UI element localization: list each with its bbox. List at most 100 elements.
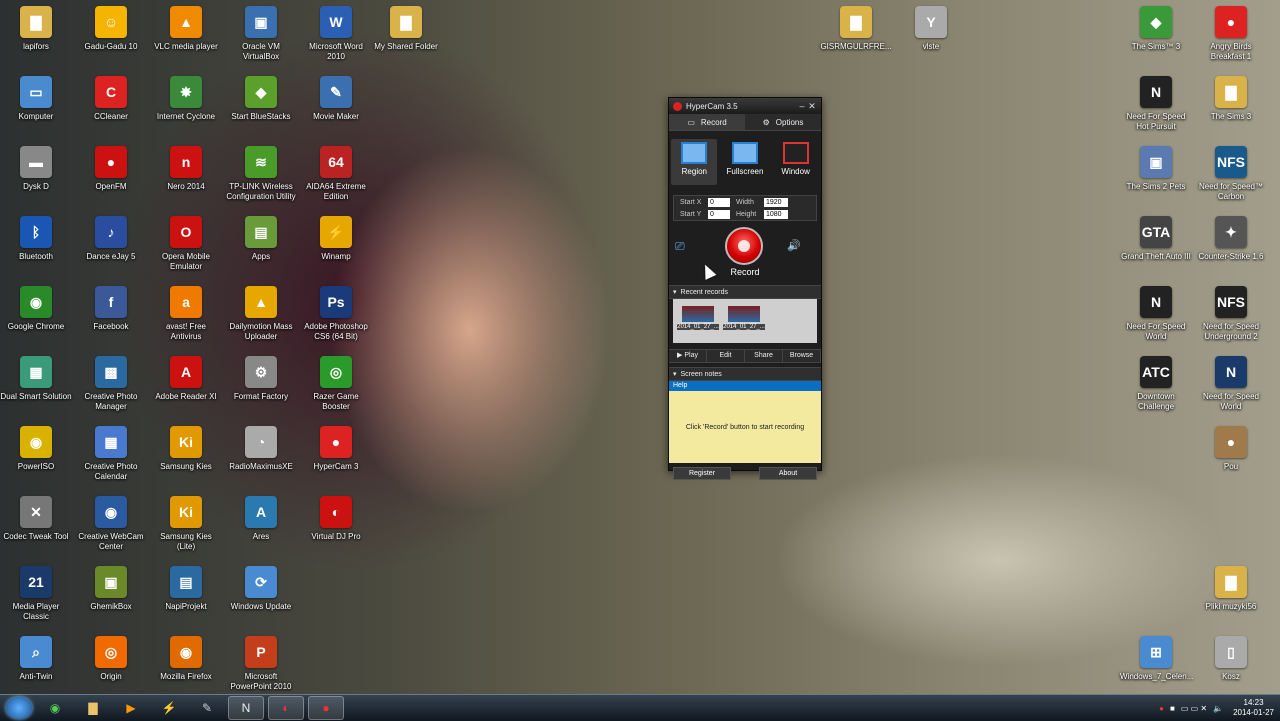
desktop-icon[interactable]: ☺ Gadu-Gadu 10 — [75, 6, 147, 52]
taskbar-pen-button[interactable]: ✎ — [190, 697, 224, 719]
desktop-icon[interactable]: O Opera Mobile Emulator — [150, 216, 222, 272]
taskbar-winamp-button[interactable]: ⚡ — [152, 697, 186, 719]
desktop-icon[interactable]: ✕ Codec Tweak Tool — [0, 496, 72, 542]
tab-record[interactable]: ▭ Record — [669, 114, 745, 130]
browse-button[interactable]: Browse — [783, 350, 821, 362]
desktop-icon[interactable]: A Adobe Reader XI — [150, 356, 222, 402]
desktop-icon[interactable]: P Microsoft PowerPoint 2010 — [225, 636, 297, 692]
desktop-icon[interactable]: ▭ Komputer — [0, 76, 72, 122]
mode-window-button[interactable]: Window — [773, 139, 819, 185]
screen-notes-header[interactable]: ▾ Screen notes — [669, 367, 821, 381]
desktop-icon[interactable]: ● Angry Birds Breakfast 1 — [1195, 6, 1267, 62]
desktop-icon[interactable]: ▯ Kosz — [1195, 636, 1267, 682]
register-button[interactable]: Register — [673, 467, 731, 480]
tab-options[interactable]: ⚙ Options — [745, 114, 821, 130]
desktop-icon[interactable]: ▲ Dailymotion Mass Uploader — [225, 286, 297, 342]
taskbar-chrome-button[interactable]: ◉ — [38, 697, 72, 719]
desktop-icon[interactable]: C CCleaner — [75, 76, 147, 122]
desktop-icon[interactable]: ✎ Movie Maker — [300, 76, 372, 122]
desktop-icon[interactable]: ▬ Dysk D — [0, 146, 72, 192]
desktop-icon[interactable]: Ki Samsung Kies — [150, 426, 222, 472]
desktop-icon[interactable]: ◉ Creative WebCam Center — [75, 496, 147, 552]
desktop-icon[interactable]: 64 AIDA64 Extreme Edition — [300, 146, 372, 202]
volume-icon[interactable]: 🔈 — [1213, 704, 1223, 713]
desktop-icon[interactable]: n Nero 2014 — [150, 146, 222, 192]
taskbar-explorer-button[interactable]: ▇ — [76, 697, 110, 719]
desktop-icon[interactable]: ▣ Oracle VM VirtualBox — [225, 6, 297, 62]
taskbar-nfs-button[interactable]: N — [228, 696, 264, 720]
start-y-field[interactable]: 0 — [708, 209, 730, 219]
desktop-icon[interactable]: A Ares — [225, 496, 297, 542]
recent-record-item[interactable]: 2014_01_27_... — [677, 306, 719, 336]
desktop-icon[interactable]: ◉ Mozilla Firefox — [150, 636, 222, 682]
record-button[interactable] — [725, 227, 763, 265]
desktop-icon[interactable]: GTA Grand Theft Auto III — [1120, 216, 1192, 262]
desktop-icon[interactable]: N Need for Speed World — [1195, 356, 1267, 412]
about-button[interactable]: About — [759, 467, 817, 480]
clock[interactable]: 14:23 2014-01-27 — [1233, 698, 1274, 718]
taskbar-razer-button[interactable]: ◐ — [268, 696, 304, 720]
desktop-icon[interactable]: ◉ Google Chrome — [0, 286, 72, 332]
mode-region-button[interactable]: Region — [671, 139, 718, 185]
desktop-icon[interactable]: ◎ Origin — [75, 636, 147, 682]
desktop-icon[interactable]: ◆ Start BlueStacks — [225, 76, 297, 122]
desktop-icon[interactable]: ▇ The Sims 3 — [1195, 76, 1267, 122]
desktop-icon[interactable]: ▦ Dual Smart Solution — [0, 356, 72, 402]
edit-button[interactable]: Edit — [707, 350, 745, 362]
desktop-icon[interactable]: ⚙ Format Factory — [225, 356, 297, 402]
taskbar-hypercam-button[interactable]: ● — [308, 696, 344, 720]
record-tray-icon[interactable]: ● — [1159, 704, 1164, 713]
desktop-icon[interactable]: ▇ My Shared Folder — [370, 6, 442, 52]
desktop-icon[interactable]: ⟳ Windows Update — [225, 566, 297, 612]
recent-records-header[interactable]: ▾ Recent records — [669, 285, 821, 299]
desktop-icon[interactable]: ▇ GISRMGULRFRE... — [820, 6, 892, 52]
minimize-button[interactable]: – — [797, 101, 807, 111]
start-x-field[interactable]: 0 — [708, 197, 730, 207]
desktop-icon[interactable]: f Facebook — [75, 286, 147, 332]
close-button[interactable]: ✕ — [807, 101, 817, 112]
taskbar-media-button[interactable]: ▶ — [114, 697, 148, 719]
tray-icons[interactable]: ▭ ▭ ✕ — [1181, 704, 1207, 713]
desktop-icon[interactable]: ᛒ Bluetooth — [0, 216, 72, 262]
desktop-icon[interactable]: ◔ RadioMaximusXE — [225, 426, 297, 472]
desktop-icon[interactable]: W Microsoft Word 2010 — [300, 6, 372, 62]
start-button[interactable] — [6, 697, 32, 719]
desktop-icon[interactable]: ▦ Creative Photo Calendar — [75, 426, 147, 482]
desktop-icon[interactable]: ▣ GhemikBox — [75, 566, 147, 612]
desktop-icon[interactable]: ◎ Razer Game Booster — [300, 356, 372, 412]
stop-tray-icon[interactable]: ■ — [1170, 704, 1175, 713]
desktop-icon[interactable]: ◉ PowerISO — [0, 426, 72, 472]
desktop-icon[interactable]: Ki Samsung Kies (Lite) — [150, 496, 222, 552]
recent-record-item[interactable]: 2014_01_27_... — [723, 306, 765, 336]
desktop-icon[interactable]: ✸ Internet Cyclone — [150, 76, 222, 122]
desktop-icon[interactable]: ▇ Pliki muzyki56 — [1195, 566, 1267, 612]
share-button[interactable]: Share — [745, 350, 783, 362]
desktop-icon[interactable]: ≋ TP-LINK Wireless Configuration Utility — [225, 146, 297, 202]
height-field[interactable]: 1080 — [764, 209, 788, 219]
desktop-icon[interactable]: ▣ The Sims 2 Pets — [1120, 146, 1192, 192]
desktop-icon[interactable]: ● OpenFM — [75, 146, 147, 192]
desktop-icon[interactable]: NFS Need for Speed Underground 2 — [1195, 286, 1267, 342]
webcam-icon[interactable]: ⎚ — [675, 239, 685, 254]
desktop-icon[interactable]: ▇ lapifors — [0, 6, 72, 52]
desktop-icon[interactable]: ♪ Dance eJay 5 — [75, 216, 147, 262]
desktop-icon[interactable]: N Need For Speed Hot Pursuit — [1120, 76, 1192, 132]
desktop-icon[interactable]: Ps Adobe Photoshop CS6 (64 Bit) — [300, 286, 372, 342]
desktop-icon[interactable]: ▤ NapiProjekt — [150, 566, 222, 612]
desktop-icon[interactable]: Yvlste — [895, 6, 967, 52]
desktop-icon[interactable]: ⌕ Anti-Twin — [0, 636, 72, 682]
desktop-icon[interactable]: NFS Need for Speed™ Carbon — [1195, 146, 1267, 202]
desktop-icon[interactable]: a avast! Free Antivirus — [150, 286, 222, 342]
desktop-icon[interactable]: N Need For Speed World — [1120, 286, 1192, 342]
width-field[interactable]: 1920 — [764, 197, 788, 207]
speaker-icon[interactable]: 🔊 — [787, 239, 801, 252]
desktop-icon[interactable]: ◆ The Sims™ 3 — [1120, 6, 1192, 52]
desktop-icon[interactable]: ● Pou — [1195, 426, 1267, 472]
desktop-icon[interactable]: ⊞ Windows_7_Celen... — [1120, 636, 1193, 682]
play-button[interactable]: ▶ Play — [669, 350, 707, 362]
desktop-icon[interactable]: ▤ Apps — [225, 216, 297, 262]
desktop-icon[interactable]: ATC Downtown Challenge — [1120, 356, 1192, 412]
desktop-icon[interactable]: 21 Media Player Classic — [0, 566, 72, 622]
desktop-icon[interactable]: ⚡ Winamp — [300, 216, 372, 262]
desktop-icon[interactable]: ▲ VLC media player — [150, 6, 222, 52]
